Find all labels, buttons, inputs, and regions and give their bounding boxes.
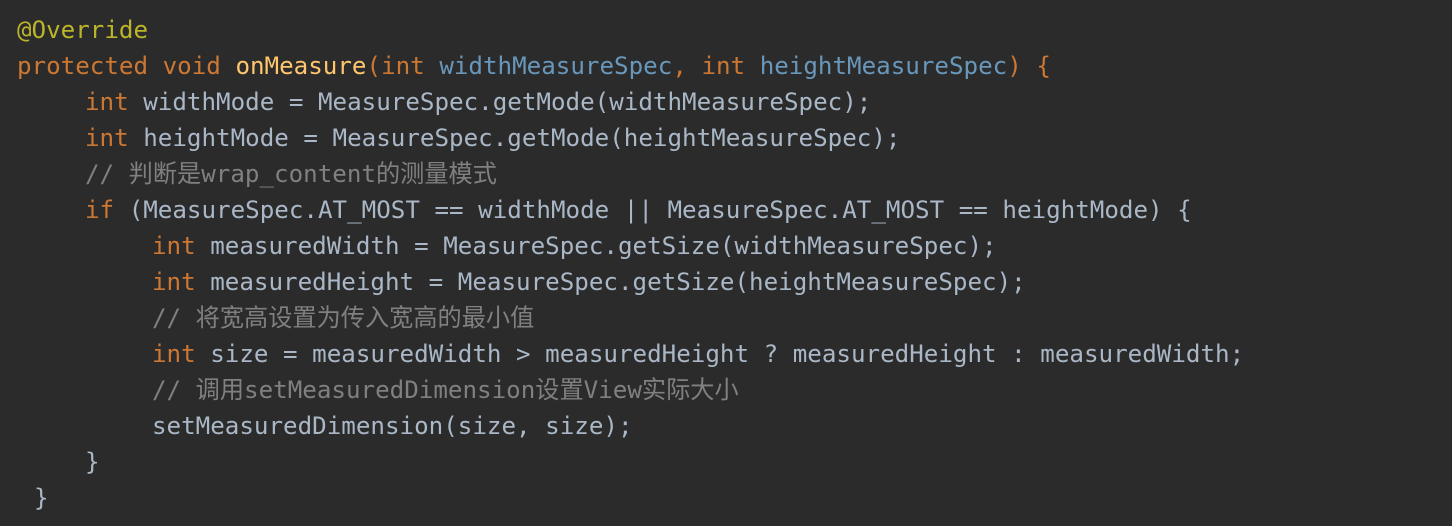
param-type-2: int xyxy=(701,52,746,80)
statement: setMeasuredDimension(size, size); xyxy=(152,412,633,440)
paren-open: ( xyxy=(366,52,382,80)
code-line-1: @Override xyxy=(17,12,1452,48)
param-name-2: heightMeasureSpec xyxy=(759,52,1008,80)
code-line-10: int size = measuredWidth > measuredHeigh… xyxy=(17,336,1452,372)
annotation-override: @Override xyxy=(17,16,149,44)
code-line-3: int widthMode = MeasureSpec.getMode(widt… xyxy=(17,84,1452,120)
type-int: int xyxy=(85,88,129,116)
keyword-protected: protected xyxy=(17,52,149,80)
statement: widthMode = MeasureSpec.getMode(widthMea… xyxy=(143,88,872,116)
code-editor[interactable]: @Override protected void onMeasure(int w… xyxy=(0,0,1452,526)
code-line-13: } xyxy=(17,444,1452,480)
closing-brace: } xyxy=(85,448,100,476)
param-name-1: widthMeasureSpec xyxy=(439,52,673,80)
code-line-6: if (MeasureSpec.AT_MOST == widthMode || … xyxy=(17,192,1452,228)
closing-brace: } xyxy=(34,484,49,512)
statement: measuredWidth = MeasureSpec.getSize(widt… xyxy=(210,232,997,260)
code-line-11: // 调用setMeasuredDimension设置View实际大小 xyxy=(17,372,1452,408)
param-type-1: int xyxy=(381,52,425,80)
code-line-5: // 判断是wrap_content的测量模式 xyxy=(17,156,1452,192)
type-int: int xyxy=(152,340,196,368)
comment: // 调用setMeasuredDimension设置View实际大小 xyxy=(152,376,739,404)
code-line-8: int measuredHeight = MeasureSpec.getSize… xyxy=(17,264,1452,300)
paren-close: ) { xyxy=(1007,52,1051,80)
param-separator: , xyxy=(672,52,702,80)
comment: // 将宽高设置为传入宽高的最小值 xyxy=(152,304,535,332)
code-line-9: // 将宽高设置为传入宽高的最小值 xyxy=(17,300,1452,336)
comment: // 判断是wrap_content的测量模式 xyxy=(85,160,497,188)
statement: size = measuredWidth > measuredHeight ? … xyxy=(210,340,1245,368)
code-line-2: protected void onMeasure(int widthMeasur… xyxy=(17,48,1452,84)
type-int: int xyxy=(152,268,196,296)
type-int: int xyxy=(85,124,129,152)
code-line-7: int measuredWidth = MeasureSpec.getSize(… xyxy=(17,228,1452,264)
code-line-12: setMeasuredDimension(size, size); xyxy=(17,408,1452,444)
statement: measuredHeight = MeasureSpec.getSize(hei… xyxy=(210,268,1026,296)
code-line-4: int heightMode = MeasureSpec.getMode(hei… xyxy=(17,120,1452,156)
condition: (MeasureSpec.AT_MOST == widthMode || Mea… xyxy=(128,196,1192,224)
keyword-if: if xyxy=(85,196,115,224)
statement: heightMode = MeasureSpec.getMode(heightM… xyxy=(143,124,901,152)
keyword-void: void xyxy=(162,52,221,80)
method-name: onMeasure xyxy=(235,52,367,80)
type-int: int xyxy=(152,232,196,260)
code-line-14: } xyxy=(17,480,1452,516)
